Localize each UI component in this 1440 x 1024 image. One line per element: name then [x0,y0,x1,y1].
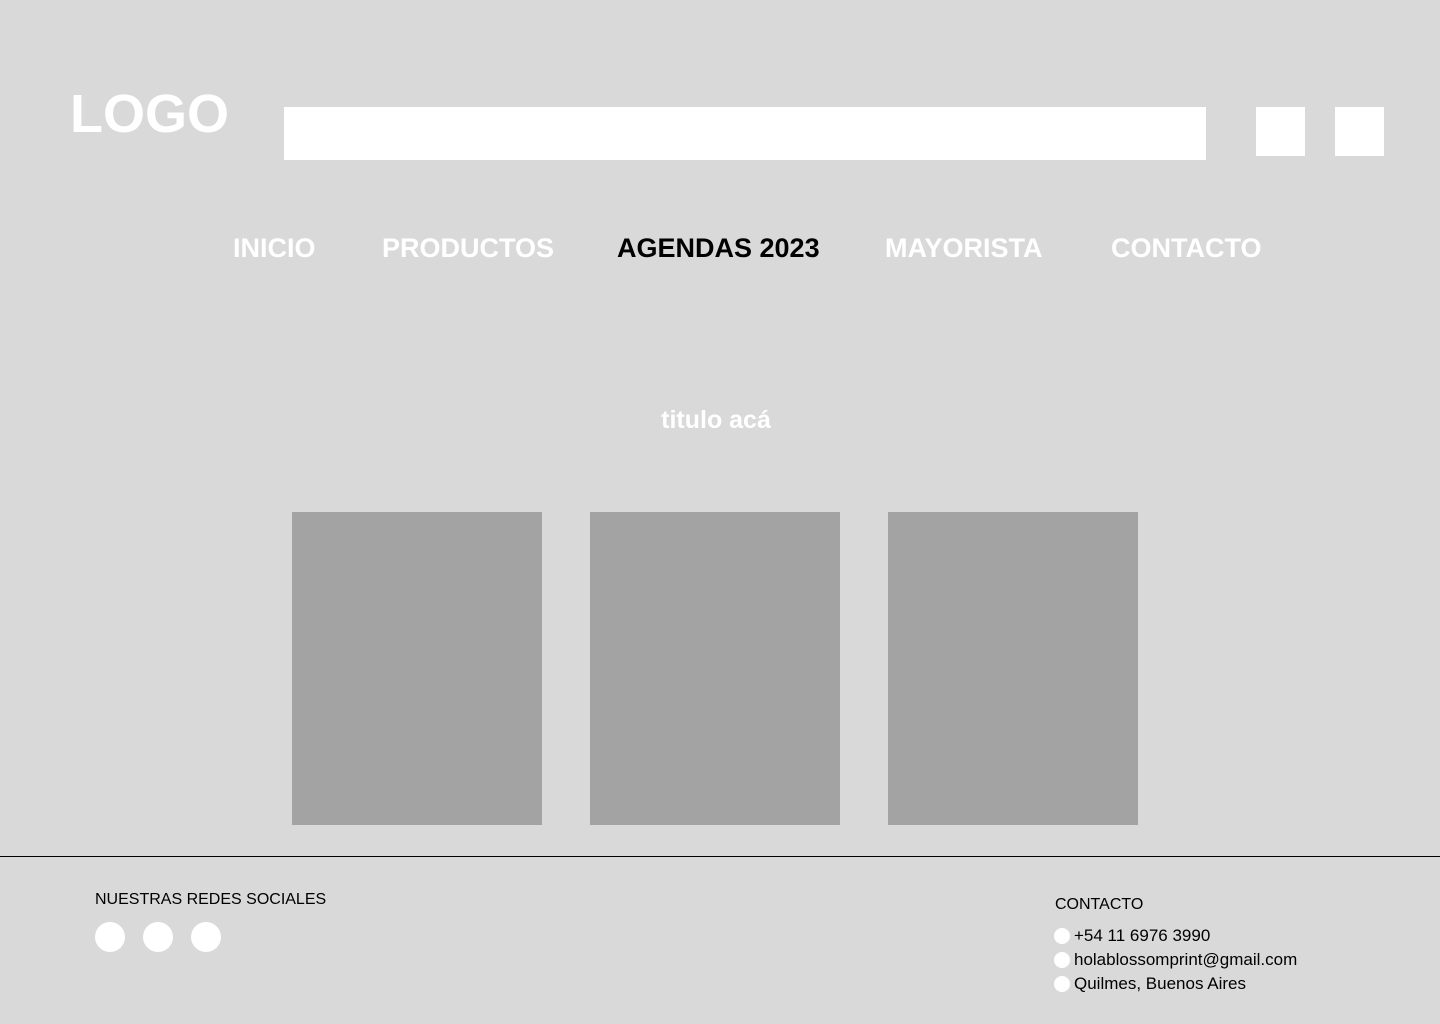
search-input[interactable] [284,107,1206,160]
header-icon-button-1[interactable] [1256,107,1305,156]
location-icon [1054,976,1070,992]
nav-item-inicio[interactable]: INICIO [233,228,316,268]
phone-icon [1054,928,1070,944]
social-icon-1[interactable] [95,922,125,952]
nav-item-contacto[interactable]: CONTACTO [1111,228,1262,268]
contact-phone-text[interactable]: +54 11 6976 3990 [1074,925,1210,947]
main-nav: INICIO PRODUCTOS AGENDAS 2023 MAYORISTA … [0,228,1440,268]
social-icon-3[interactable] [191,922,221,952]
nav-item-agendas-2023[interactable]: AGENDAS 2023 [617,228,820,268]
page-title: titulo acá [661,406,771,434]
contact-location-text: Quilmes, Buenos Aires [1074,974,1246,993]
footer-contact-title: CONTACTO [1055,896,1144,913]
contact-email-text[interactable]: holablossomprint@gmail.com [1074,949,1297,971]
email-icon [1054,952,1070,968]
product-card-3[interactable] [888,512,1138,825]
product-card-2[interactable] [590,512,840,825]
footer-divider [0,856,1440,857]
contact-phone: +54 11 6976 3990 [1054,925,1210,947]
header-icon-button-2[interactable] [1335,107,1384,156]
nav-item-mayorista[interactable]: MAYORISTA [885,228,1043,268]
nav-item-productos[interactable]: PRODUCTOS [382,228,554,268]
contact-email: holablossomprint@gmail.com [1054,949,1297,971]
logo[interactable]: LOGO [70,84,229,144]
contact-location: Quilmes, Buenos Aires [1054,973,1246,995]
footer-social-title: NUESTRAS REDES SOCIALES [95,891,327,908]
product-card-1[interactable] [292,512,542,825]
social-icon-2[interactable] [143,922,173,952]
